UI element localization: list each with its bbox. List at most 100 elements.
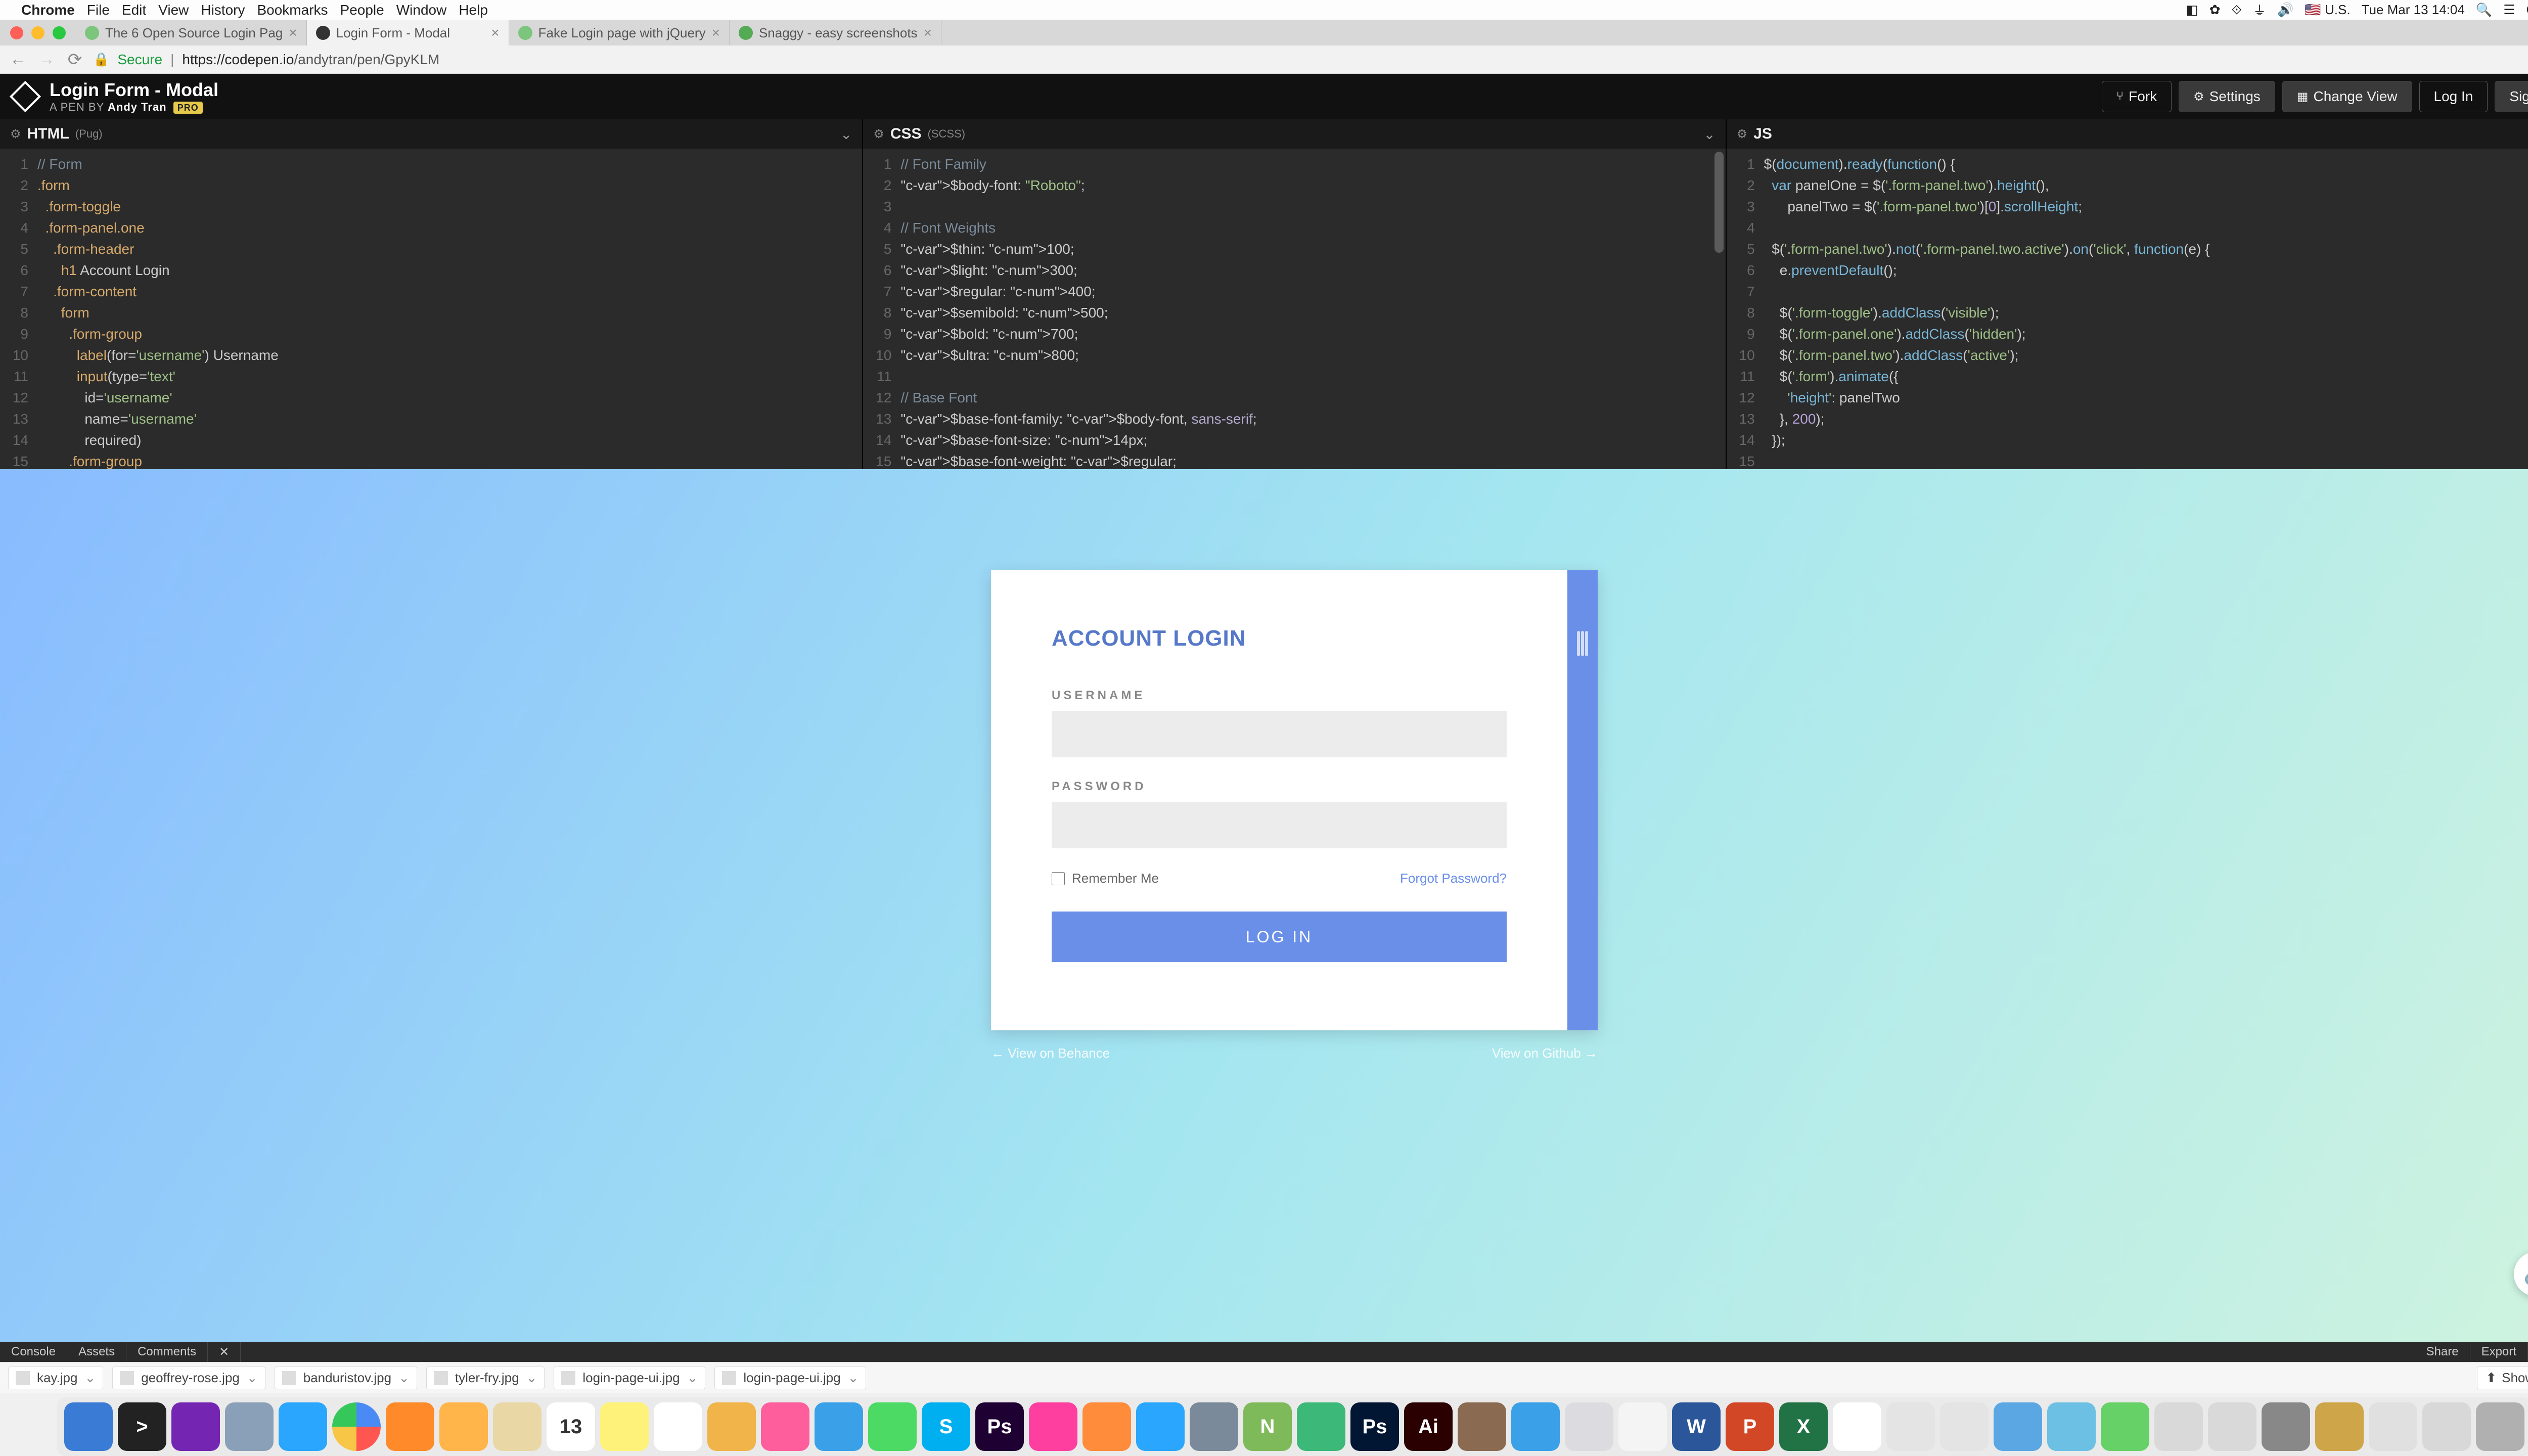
settings-button[interactable]: ⚙Settings [2179, 81, 2275, 112]
status-icon[interactable]: ◧ [2186, 2, 2198, 18]
menu-edit[interactable]: Edit [122, 2, 146, 18]
dock-app[interactable] [1082, 1402, 1131, 1451]
minimize-window[interactable] [31, 26, 44, 39]
dock-app[interactable] [332, 1402, 381, 1451]
codepen-logo-icon[interactable] [10, 81, 41, 112]
css-editor[interactable]: 123456789101112131415 // Font Family "c-… [863, 149, 1725, 469]
back-button[interactable]: ← [8, 50, 28, 69]
download-menu-icon[interactable]: ⌄ [687, 1370, 698, 1386]
pane-gear-icon[interactable]: ⚙ [10, 127, 21, 142]
pane-menu-icon[interactable]: ⌄ [840, 126, 852, 143]
dock-app[interactable]: Ps [1350, 1402, 1399, 1451]
menu-window[interactable]: Window [396, 2, 447, 18]
dock-app[interactable] [171, 1402, 220, 1451]
menu-history[interactable]: History [201, 2, 245, 18]
forgot-password-link[interactable]: Forgot Password? [1400, 871, 1507, 886]
browser-tab[interactable]: Login Form - Modal× [307, 20, 509, 46]
notifications-icon[interactable]: ☰ [2503, 2, 2515, 18]
dock-app[interactable] [815, 1402, 863, 1451]
menu-app-name[interactable]: Chrome [21, 2, 75, 18]
dock-app[interactable]: > [118, 1402, 166, 1451]
dock-app[interactable] [2208, 1402, 2256, 1451]
menu-view[interactable]: View [158, 2, 189, 18]
maximize-window[interactable] [53, 26, 66, 39]
dock-app[interactable] [279, 1402, 327, 1451]
dock-app[interactable] [1940, 1402, 1989, 1451]
dock-app[interactable] [1297, 1402, 1345, 1451]
download-item[interactable]: geoffrey-rose.jpg⌄ [112, 1367, 265, 1389]
dock-app[interactable] [2154, 1402, 2203, 1451]
download-menu-icon[interactable]: ⌄ [398, 1370, 410, 1386]
console-tab[interactable]: Console [0, 1342, 67, 1362]
dock-app[interactable] [1190, 1402, 1238, 1451]
dock-app[interactable] [707, 1402, 756, 1451]
js-editor[interactable]: 123456789101112131415 $(document).ready(… [1727, 149, 2528, 469]
dock-app[interactable] [2476, 1402, 2524, 1451]
dock-app[interactable] [654, 1402, 702, 1451]
dock-app[interactable]: P [1726, 1402, 1774, 1451]
pane-gear-icon[interactable]: ⚙ [873, 127, 884, 142]
download-item[interactable]: login-page-ui.jpg⌄ [714, 1367, 866, 1389]
dock-app[interactable]: S [922, 1402, 970, 1451]
fork-button[interactable]: ⑂Fork [2102, 81, 2172, 112]
dock-app[interactable] [1565, 1402, 1613, 1451]
clock[interactable]: Tue Mar 13 14:04 [2362, 2, 2465, 18]
omnibox[interactable]: https://codepen.io/andytran/pen/GpyKLM [182, 52, 439, 68]
menu-file[interactable]: File [87, 2, 110, 18]
browser-tab[interactable]: The 6 Open Source Login Pag× [76, 20, 307, 46]
dock-app[interactable]: Ai [1404, 1402, 1453, 1451]
download-menu-icon[interactable]: ⌄ [84, 1370, 96, 1386]
wifi-icon[interactable]: ⏚ [2253, 1, 2266, 19]
dock-app[interactable] [64, 1402, 113, 1451]
behance-link[interactable]: ← View on Behance [991, 1045, 1110, 1061]
dock-app[interactable]: Ps [975, 1402, 1024, 1451]
fab-link-icon[interactable]: 🔗 [2514, 1252, 2528, 1296]
close-tab-icon[interactable]: × [491, 25, 499, 41]
close-tab-icon[interactable]: × [712, 25, 720, 41]
download-item[interactable]: tyler-fry.jpg⌄ [426, 1367, 545, 1389]
dock-app[interactable] [1029, 1402, 1077, 1451]
dropbox-icon[interactable]: ⟐ [2232, 2, 2242, 18]
dock-app[interactable] [1833, 1402, 1881, 1451]
dock-app[interactable] [2422, 1402, 2471, 1451]
export-button[interactable]: Export [2470, 1342, 2527, 1362]
dock-app[interactable]: 13 [547, 1402, 595, 1451]
share-button[interactable]: Share [2415, 1342, 2470, 1362]
spotlight-icon[interactable]: 🔍 [2476, 2, 2492, 18]
dock-app[interactable]: X [1779, 1402, 1828, 1451]
pen-title[interactable]: Login Form - Modal [50, 79, 218, 101]
remember-checkbox[interactable] [1052, 872, 1065, 885]
login-submit-button[interactable]: LOG IN [1052, 912, 1507, 962]
lock-icon[interactable]: 🔒 [93, 52, 109, 67]
menu-help[interactable]: Help [459, 2, 488, 18]
dock-app[interactable] [1994, 1402, 2042, 1451]
dock-app[interactable] [439, 1402, 488, 1451]
dock-app[interactable] [1618, 1402, 1667, 1451]
comments-tab[interactable]: Comments [126, 1342, 208, 1362]
close-tab-icon[interactable]: × [924, 25, 932, 41]
dock-app[interactable] [2369, 1402, 2417, 1451]
close-footer-icon[interactable]: ✕ [208, 1342, 241, 1362]
dock-app[interactable] [225, 1402, 274, 1451]
download-menu-icon[interactable]: ⌄ [526, 1370, 537, 1386]
dock-app[interactable]: W [1672, 1402, 1721, 1451]
download-menu-icon[interactable]: ⌄ [247, 1370, 258, 1386]
input-flag[interactable]: 🇺🇸 U.S. [2305, 2, 2350, 18]
dock-app[interactable] [2047, 1402, 2096, 1451]
dock-app[interactable] [2315, 1402, 2364, 1451]
menu-people[interactable]: People [340, 2, 384, 18]
change-view-button[interactable]: ▦Change View [2282, 81, 2412, 112]
pane-menu-icon[interactable]: ⌄ [1703, 126, 1715, 143]
dock-app[interactable] [868, 1402, 917, 1451]
dock-app[interactable] [2262, 1402, 2310, 1451]
dock-app[interactable] [1511, 1402, 1560, 1451]
dock-app[interactable] [1458, 1402, 1506, 1451]
dock-app[interactable]: N [1243, 1402, 1292, 1451]
panel-toggle[interactable] [1567, 570, 1598, 1030]
dock-app[interactable] [386, 1402, 434, 1451]
pane-gear-icon[interactable]: ⚙ [1737, 127, 1748, 142]
show-all-downloads[interactable]: ⬆Show All [2477, 1367, 2528, 1389]
scrollbar[interactable] [1714, 152, 1724, 253]
github-link[interactable]: View on Github → [1492, 1045, 1598, 1061]
download-item[interactable]: kay.jpg⌄ [8, 1367, 103, 1389]
